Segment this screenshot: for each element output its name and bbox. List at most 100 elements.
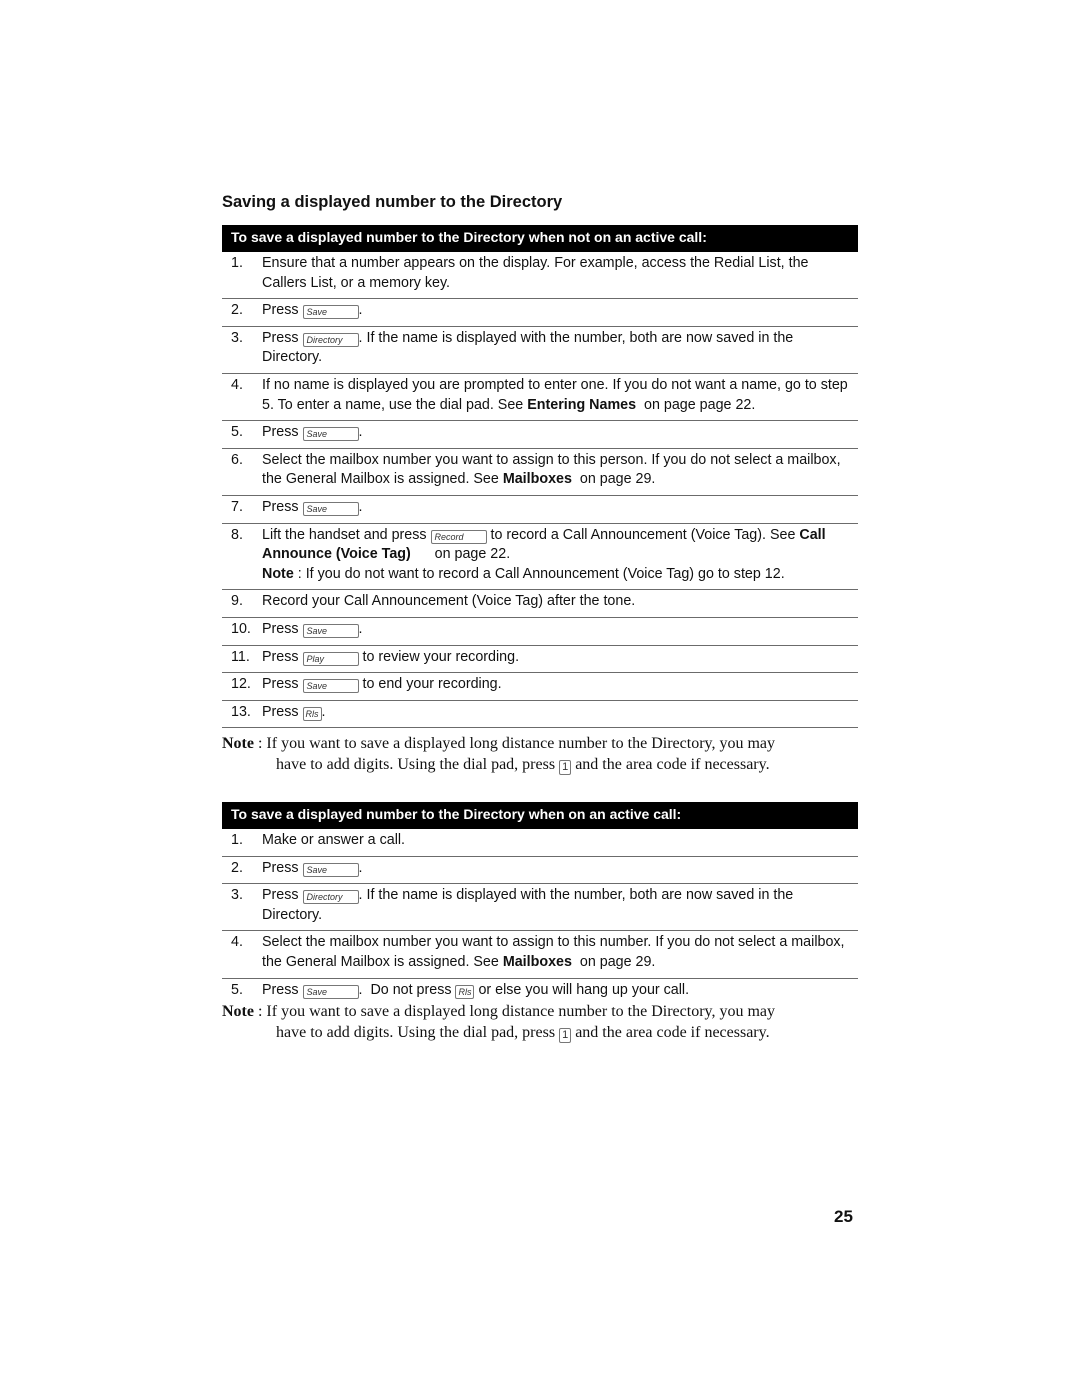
step-text: on page 29.	[571, 471, 656, 488]
dial-key-1-icon: 1	[559, 760, 572, 775]
save-key-icon: Save	[302, 984, 359, 999]
step-text: .	[358, 620, 363, 637]
procedure-steps-not-on-call: 1. Ensure that a number appears on the d…	[222, 252, 858, 729]
note-text: have to add digits. Using the dial pad, …	[276, 1024, 560, 1041]
step-number: 3.	[231, 887, 243, 904]
step-text: Press	[262, 329, 303, 346]
step-text: .	[358, 859, 363, 876]
step-text: or else you will hang up your call.	[474, 981, 690, 998]
step-number: 1.	[231, 255, 243, 271]
step-text: Press	[262, 981, 303, 998]
step-text: on page 29.	[571, 953, 656, 970]
save-key-icon: Save	[302, 862, 359, 877]
note-label: Note	[222, 735, 254, 752]
step-number: 7.	[231, 498, 243, 515]
step-item: 12. Press Save to end your recording.	[222, 673, 858, 701]
procedure-banner-on-call: To save a displayed number to the Direct…	[222, 802, 858, 829]
cross-reference-link[interactable]: Mailboxes	[503, 954, 572, 970]
note-text: : If you do not want to record a Call An…	[293, 565, 785, 582]
section-title: Saving a displayed number to the Directo…	[222, 193, 563, 211]
step-text: Press	[262, 302, 303, 319]
dial-key-1-icon: 1	[559, 1028, 572, 1043]
step-text: Lift the handset and press	[262, 526, 431, 543]
step-number: 9.	[231, 593, 243, 610]
step-text: to record a Call Announcement (Voice Tag…	[486, 526, 800, 543]
step-number: 6.	[231, 451, 243, 468]
step-text: Press	[262, 703, 303, 720]
step-text: .	[358, 424, 363, 441]
step-item: 6. Select the mailbox number you want to…	[222, 449, 858, 496]
step-item: 3. Press Directory. If the name is displ…	[222, 327, 858, 374]
release-key-icon: Rls	[455, 984, 475, 999]
step-text: Make or answer a call.	[262, 832, 406, 848]
note-label: Note	[262, 565, 294, 582]
procedure-steps-on-call: 1. Make or answer a call. 2. Press Save.…	[222, 829, 858, 1005]
step-number: 1.	[231, 832, 243, 848]
step-item: 8. Lift the handset and press Record to …	[222, 524, 858, 591]
step-text: Press	[262, 498, 303, 515]
note-text: : If you want to save a displayed long d…	[253, 1003, 776, 1020]
record-key-icon: Record	[430, 529, 487, 544]
step-text: Ensure that a number appears on the disp…	[262, 255, 809, 291]
step-item: 5. Press Save.	[222, 421, 858, 449]
step-text: Record your Call Announcement (Voice Tag…	[262, 593, 636, 610]
note-long-distance-2: Note : If you want to save a displayed l…	[222, 1001, 862, 1043]
step-item: 9. Record your Call Announcement (Voice …	[222, 590, 858, 618]
step-text: to review your recording.	[358, 648, 520, 665]
directory-key-icon: Directory	[302, 890, 359, 905]
step-item: 1. Ensure that a number appears on the d…	[222, 252, 858, 300]
step-number: 5.	[231, 424, 243, 441]
step-text: . Do not press	[358, 981, 456, 998]
step-text: on page page 22.	[636, 396, 756, 413]
step-text: .	[358, 302, 363, 319]
step-number: 10.	[231, 620, 251, 637]
step-text: Press	[262, 676, 303, 693]
step-item: 2. Press Save.	[222, 299, 858, 327]
release-key-icon: Rls	[302, 706, 322, 721]
step-item: 1. Make or answer a call.	[222, 829, 858, 857]
step-text: .	[321, 703, 326, 720]
step-number: 3.	[231, 329, 243, 346]
save-key-icon: Save	[302, 427, 359, 442]
step-item: 13. Press Rls.	[222, 701, 858, 729]
step-number: 5.	[231, 981, 243, 998]
step-text: Press	[262, 620, 303, 637]
step-number: 13.	[231, 703, 251, 720]
note-text: and the area code if necessary.	[571, 1024, 770, 1041]
note-text: : If you want to save a displayed long d…	[253, 735, 776, 752]
step-number: 2.	[231, 302, 243, 319]
save-key-icon: Save	[302, 305, 359, 320]
step-text: Press	[262, 648, 303, 665]
step-number: 8.	[231, 526, 243, 543]
directory-key-icon: Directory	[302, 332, 359, 347]
save-key-icon: Save	[302, 501, 359, 516]
step-item: 7. Press Save.	[222, 496, 858, 524]
cross-reference-link[interactable]: Entering Names	[527, 397, 636, 413]
step-text: Press	[262, 859, 303, 876]
step-number: 2.	[231, 859, 243, 876]
step-number: 12.	[231, 676, 251, 693]
step-item: 3. Press Directory. If the name is displ…	[222, 884, 858, 932]
step-item: 2. Press Save.	[222, 857, 858, 885]
procedure-banner-not-on-call: To save a displayed number to the Direct…	[222, 225, 858, 252]
step-number: 4.	[231, 934, 243, 951]
note-text: and the area code if necessary.	[571, 756, 770, 773]
step-text: on page 22.	[410, 546, 511, 563]
play-key-icon: Play	[302, 651, 359, 666]
note-long-distance-1: Note : If you want to save a displayed l…	[222, 733, 862, 775]
step-number: 11.	[231, 648, 250, 665]
note-text: have to add digits. Using the dial pad, …	[276, 756, 560, 773]
cross-reference-link[interactable]: Mailboxes	[503, 471, 572, 487]
step-item: 4. If no name is displayed you are promp…	[222, 374, 858, 422]
page-number: 25	[834, 1207, 853, 1226]
step-item: 4. Select the mailbox number you want to…	[222, 931, 858, 979]
save-key-icon: Save	[302, 679, 359, 694]
step-text: to end your recording.	[358, 676, 502, 693]
note-label: Note	[222, 1003, 254, 1020]
step-item: 10. Press Save.	[222, 618, 858, 646]
save-key-icon: Save	[302, 623, 359, 638]
step-number: 4.	[231, 376, 243, 393]
step-text: Press	[262, 887, 303, 904]
step-text: Press	[262, 424, 303, 441]
step-item: 11. Press Play to review your recording.	[222, 646, 858, 674]
